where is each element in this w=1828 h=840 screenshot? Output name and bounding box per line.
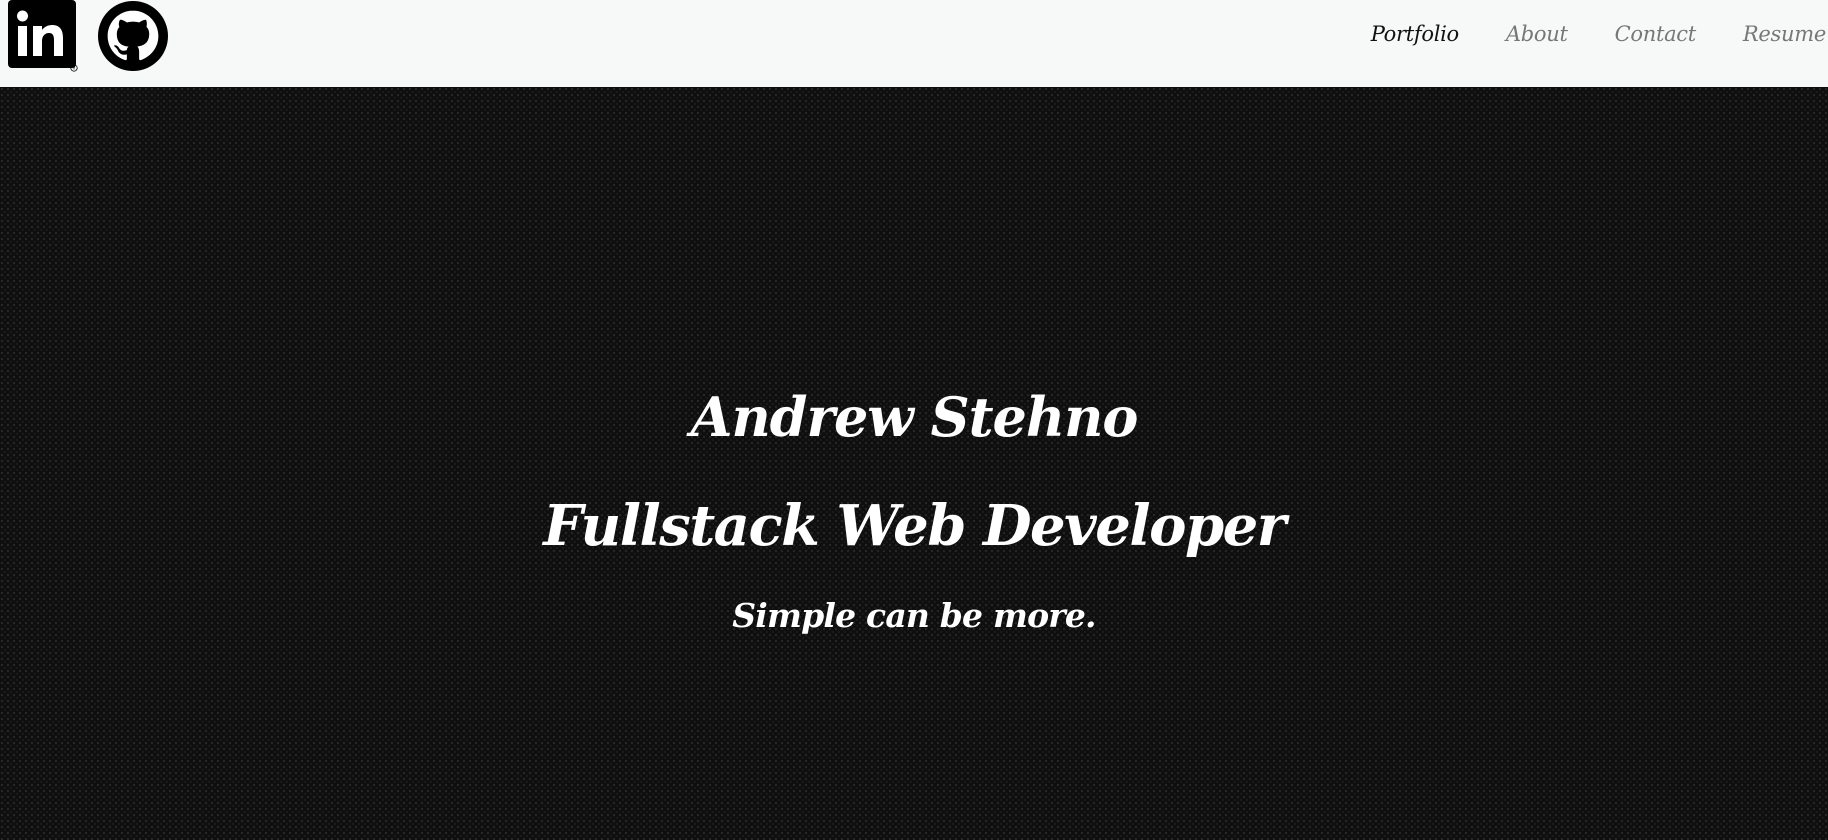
hero-title: Fullstack Web Developer — [543, 493, 1286, 559]
hero-section: Andrew Stehno Fullstack Web Developer Si… — [0, 87, 1828, 840]
github-icon — [98, 1, 168, 71]
linkedin-link[interactable]: R — [8, 0, 78, 76]
nav-resume-link[interactable]: Resume — [1708, 22, 1828, 46]
github-link[interactable] — [98, 1, 168, 75]
main-nav: Portfolio About Contact Resume — [1336, 22, 1828, 46]
nav-about-link[interactable]: About — [1471, 22, 1580, 46]
nav-portfolio-link[interactable]: Portfolio — [1336, 22, 1471, 46]
svg-text:R: R — [73, 66, 76, 71]
navbar: R Portfolio About Contact Resume — [0, 0, 1828, 87]
hero-tagline: Simple can be more. — [732, 596, 1096, 635]
hero-name: Andrew Stehno — [690, 385, 1139, 449]
social-links: R — [8, 0, 168, 76]
nav-contact-link[interactable]: Contact — [1580, 22, 1708, 46]
linkedin-icon: R — [8, 0, 78, 72]
